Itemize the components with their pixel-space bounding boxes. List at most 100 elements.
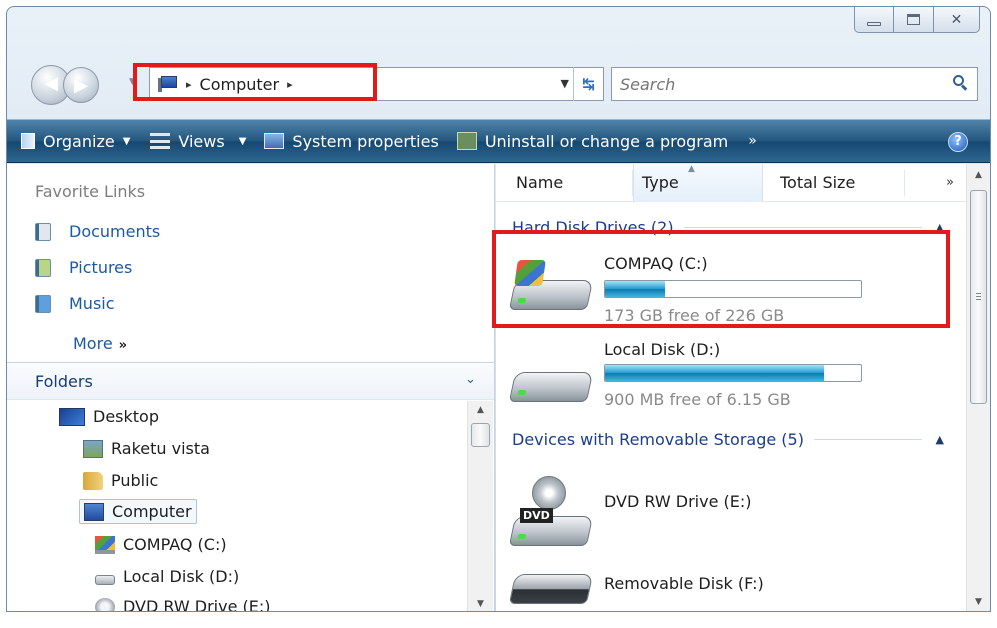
organize-label: Organize: [43, 131, 115, 151]
column-header-name[interactable]: Name: [516, 164, 563, 202]
dvd-drive-icon: [95, 597, 115, 611]
drive-free-space: 173 GB free of 226 GB: [604, 306, 785, 325]
breadcrumb-computer[interactable]: Computer: [200, 75, 280, 94]
content-scrollbar[interactable]: ▲ ▼: [966, 164, 990, 611]
scroll-up-icon[interactable]: ▲: [468, 405, 493, 415]
refresh-icon[interactable]: ↹: [573, 67, 603, 101]
system-properties-icon: [264, 133, 285, 149]
command-bar: Organize ▼ Views ▼ System properties Uni…: [7, 119, 990, 163]
documents-icon: [35, 222, 51, 241]
favorite-link-label: Documents: [69, 222, 161, 241]
favorite-link-documents[interactable]: Documents: [35, 222, 160, 241]
more-columns-icon[interactable]: »: [946, 175, 954, 190]
search-icon[interactable]: [953, 75, 969, 91]
organize-icon: [21, 133, 35, 149]
removable-disk-icon: [508, 568, 594, 604]
favorite-link-label: Pictures: [69, 258, 133, 277]
collapse-group-icon[interactable]: ▲: [936, 221, 944, 234]
scroll-down-icon[interactable]: ▼: [967, 597, 990, 607]
folders-header[interactable]: Folders ⌄: [7, 362, 494, 400]
scroll-down-icon[interactable]: ▼: [468, 599, 493, 609]
forward-button[interactable]: ▶: [63, 67, 99, 103]
drive-name: COMPAQ (C:): [604, 254, 708, 273]
address-bar[interactable]: ▸ Computer ▸ ▼ ↹: [149, 67, 604, 101]
favorite-link-music[interactable]: Music: [35, 294, 115, 313]
group-removable-storage[interactable]: Devices with Removable Storage (5) ▲: [512, 428, 944, 450]
system-properties-label: System properties: [292, 131, 439, 151]
maximize-icon: [907, 14, 920, 25]
double-chevron-icon: »: [118, 338, 128, 353]
help-icon[interactable]: ?: [948, 132, 968, 152]
drive-usage-fill: [605, 365, 825, 381]
tree-item-local-disk-d[interactable]: Local Disk (D:): [95, 567, 239, 586]
search-input[interactable]: [620, 74, 940, 94]
drive-usage-bar: [604, 364, 862, 382]
views-label: Views: [178, 131, 225, 151]
scroll-up-icon[interactable]: ▲: [967, 170, 990, 180]
dvd-badge: DVD: [520, 508, 553, 523]
more-favorites-link[interactable]: More »: [73, 334, 127, 353]
favorite-links-heading: Favorite Links: [35, 182, 146, 201]
collapse-group-icon[interactable]: ▲: [936, 433, 944, 446]
breadcrumb-separator[interactable]: ▸: [287, 78, 293, 91]
column-header-total-size[interactable]: Total Size: [780, 164, 855, 202]
tree-item-label: Raketu vista: [111, 439, 210, 458]
group-title: Devices with Removable Storage (5): [512, 429, 804, 449]
maximize-button[interactable]: [894, 7, 934, 33]
drive-free-space: 900 MB free of 6.15 GB: [604, 390, 791, 409]
forward-arrow-icon: ▶: [74, 75, 88, 96]
chevron-down-icon: ▼: [122, 135, 131, 147]
recent-pages-dropdown[interactable]: ▼: [129, 77, 136, 87]
music-icon: [35, 294, 51, 313]
pictures-icon: [35, 258, 51, 277]
drive-name: DVD RW Drive (E:): [604, 492, 752, 511]
navigation-pane: Favorite Links Documents Pictures Music …: [7, 164, 495, 611]
folder-tree: Desktop Raketu vista Public Computer COM…: [7, 401, 465, 611]
group-hard-disk-drives[interactable]: Hard Disk Drives (2) ▲: [512, 216, 944, 238]
tree-item-computer[interactable]: Computer: [79, 499, 197, 524]
tree-item-public[interactable]: Public: [83, 471, 158, 490]
hard-drive-c-icon: [95, 535, 115, 554]
caption-buttons: ✕: [854, 7, 980, 33]
content-pane: Name ▲ Type Total Size » Hard Disk Drive…: [496, 164, 966, 611]
tree-item-compaq-c[interactable]: COMPAQ (C:): [95, 535, 227, 554]
scrollbar-thumb[interactable]: [471, 423, 490, 447]
dvd-drive-icon: DVD: [508, 476, 594, 546]
hard-drive-c-icon: [508, 260, 594, 310]
column-header-type[interactable]: ▲ Type: [633, 164, 763, 202]
computer-icon: [84, 502, 104, 521]
scrollbar-thumb[interactable]: [970, 190, 987, 404]
folder-tree-scrollbar[interactable]: ▲ ▼: [467, 401, 493, 611]
search-box[interactable]: [611, 67, 978, 101]
tree-item-label: Desktop: [93, 407, 159, 426]
tree-item-label: COMPAQ (C:): [123, 535, 227, 554]
close-icon: ✕: [950, 11, 963, 28]
desktop-icon: [59, 407, 85, 426]
user-folder-icon: [83, 439, 103, 458]
tree-item-desktop[interactable]: Desktop: [59, 407, 159, 426]
close-button[interactable]: ✕: [934, 7, 980, 33]
chevron-down-icon: ⌄: [465, 372, 476, 387]
tree-item-raketu-vista[interactable]: Raketu vista: [83, 439, 210, 458]
minimize-button[interactable]: [854, 7, 894, 33]
favorite-link-pictures[interactable]: Pictures: [35, 258, 132, 277]
views-button[interactable]: Views ▼: [150, 132, 246, 151]
tree-item-label: Public: [111, 471, 159, 490]
more-label: More: [73, 334, 113, 353]
system-properties-button[interactable]: System properties: [264, 131, 439, 151]
favorite-link-label: Music: [69, 294, 115, 313]
group-title: Hard Disk Drives (2): [512, 217, 674, 237]
tree-item-label: Computer: [112, 502, 192, 521]
more-commands-button[interactable]: »: [748, 133, 757, 149]
breadcrumb-separator[interactable]: ▸: [186, 78, 192, 91]
column-headers: Name ▲ Type Total Size »: [496, 164, 966, 202]
drive-usage-fill: [605, 281, 665, 297]
drive-name: Local Disk (D:): [604, 340, 721, 359]
organize-button[interactable]: Organize ▼: [21, 132, 130, 151]
address-dropdown-icon[interactable]: ▼: [561, 77, 569, 90]
uninstall-program-button[interactable]: Uninstall or change a program: [456, 132, 728, 151]
chevron-down-icon: ▼: [238, 135, 247, 147]
tree-item-dvd-rw-e[interactable]: DVD RW Drive (E:): [95, 597, 271, 611]
public-folder-icon: [83, 471, 103, 490]
explorer-window: ✕ ◀ ▶ ▼ ▸ Computer ▸ ▼ ↹ Organize ▼ View: [6, 6, 991, 612]
